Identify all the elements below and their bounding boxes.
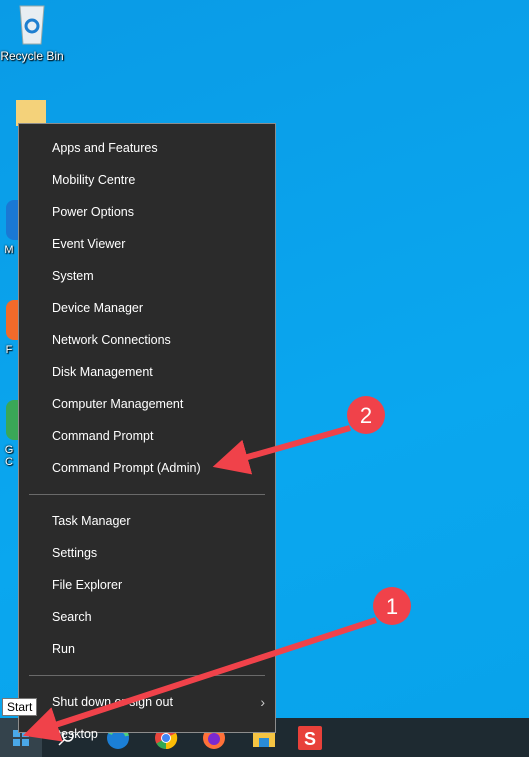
taskbar-snagit[interactable]: S [290,718,330,757]
desktop-icon-label: Recycle Bin [0,49,64,63]
menu-group-session: Shut down or sign out › Desktop [19,686,275,750]
menu-item-label: Shut down or sign out [52,695,173,709]
start-tooltip: Start [2,698,38,716]
menu-item-run[interactable]: Run [19,633,275,665]
menu-item-desktop[interactable]: Desktop [19,718,275,750]
desktop-icon-label: G C [4,444,14,468]
menu-item-search[interactable]: Search [19,601,275,633]
menu-item-system[interactable]: System [19,260,275,292]
snagit-icon: S [298,725,322,750]
menu-item-device-manager[interactable]: Device Manager [19,292,275,324]
menu-item-file-explorer[interactable]: File Explorer [19,569,275,601]
recycle-bin-icon [19,5,45,45]
menu-item-task-manager[interactable]: Task Manager [19,505,275,537]
step-badge-2: 2 [347,396,385,434]
menu-item-command-prompt-admin[interactable]: Command Prompt (Admin) [19,452,275,484]
svg-text:S: S [304,729,316,749]
menu-item-event-viewer[interactable]: Event Viewer [19,228,275,260]
menu-divider [29,675,265,676]
menu-item-command-prompt[interactable]: Command Prompt [19,420,275,452]
menu-group-tools: Task Manager Settings File Explorer Sear… [19,505,275,665]
menu-group-system: Apps and Features Mobility Centre Power … [19,132,275,484]
menu-item-network-connections[interactable]: Network Connections [19,324,275,356]
menu-item-settings[interactable]: Settings [19,537,275,569]
winx-context-menu: Apps and Features Mobility Centre Power … [18,123,276,741]
menu-item-mobility-centre[interactable]: Mobility Centre [19,164,275,196]
menu-item-computer-management[interactable]: Computer Management [19,388,275,420]
desktop-icon-label: F [5,344,13,356]
svg-text:2: 2 [360,403,372,428]
chevron-right-icon: › [260,694,265,710]
menu-item-disk-management[interactable]: Disk Management [19,356,275,388]
menu-item-apps-and-features[interactable]: Apps and Features [19,132,275,164]
desktop-icon-recycle-bin[interactable]: Recycle Bin [0,2,64,63]
menu-divider [29,494,265,495]
step-badge-1: 1 [373,587,411,625]
menu-item-power-options[interactable]: Power Options [19,196,275,228]
svg-text:1: 1 [386,594,398,619]
desktop-icon-label: M [4,244,14,256]
menu-item-shut-down-or-sign-out[interactable]: Shut down or sign out › [19,686,275,718]
